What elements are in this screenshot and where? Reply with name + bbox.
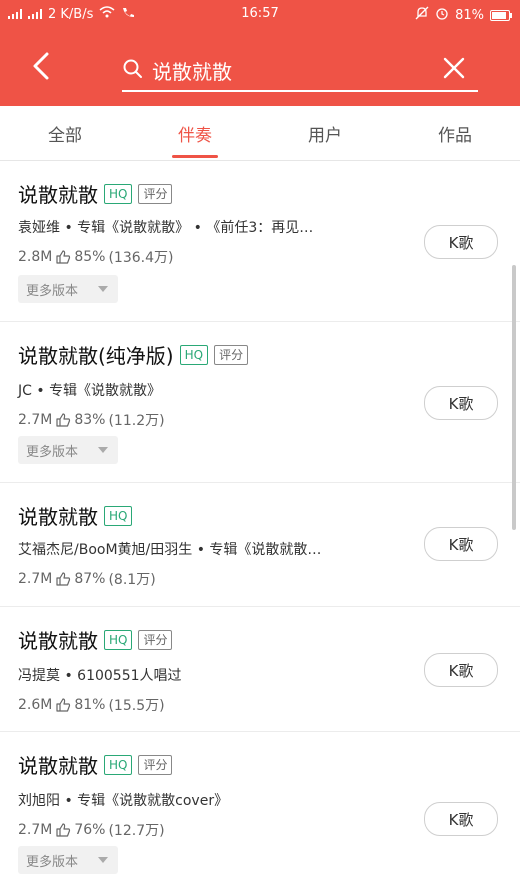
rating-count: (12.7万)	[108, 823, 165, 839]
score-badge: 评分	[138, 754, 173, 775]
title-row: 说散就散(纯净版) HQ 评分	[18, 340, 249, 369]
tab-bar: 全部 伴奏 用户 作品	[0, 106, 520, 161]
k-song-button[interactable]: K歌	[424, 802, 498, 836]
k-song-button[interactable]: K歌	[424, 386, 498, 420]
list-item[interactable]: 说散就散 HQ 评分 刘旭阳 • 专辑《说散就散cover》 2.7M 76% …	[0, 732, 520, 892]
thumbs-up-icon	[56, 698, 71, 712]
song-title: 说散就散	[18, 183, 98, 207]
k-song-button[interactable]: K歌	[424, 527, 498, 561]
song-stats: 2.7M 76% (12.7万)	[18, 820, 165, 840]
file-size: 2.7M	[18, 412, 53, 428]
more-versions-label: 更多版本	[26, 444, 79, 460]
list-item[interactable]: 说散就散 HQ 评分 冯提莫 • 6100551人唱过 2.6M 81% (15…	[0, 607, 520, 732]
k-song-button[interactable]: K歌	[424, 225, 498, 259]
file-size: 2.8M	[18, 249, 53, 265]
k-song-button[interactable]: K歌	[424, 653, 498, 687]
rating: 83%	[74, 412, 106, 428]
file-size: 2.7M	[18, 822, 53, 838]
song-stats: 2.8M 85% (136.4万)	[18, 247, 173, 267]
song-meta: JC • 专辑《说散就散》	[18, 383, 162, 399]
tab-all[interactable]: 全部	[0, 106, 130, 160]
scrollbar[interactable]	[512, 265, 516, 530]
title-row: 说散就散 HQ	[18, 501, 133, 530]
alarm-icon	[435, 6, 449, 24]
rating-count: (15.5万)	[108, 698, 165, 714]
rating-count: (8.1万)	[108, 572, 156, 588]
hq-badge: HQ	[179, 344, 209, 365]
more-versions-label: 更多版本	[26, 283, 79, 299]
song-title: 说散就散(纯净版)	[18, 344, 174, 368]
search-bar	[122, 52, 478, 92]
hq-badge: HQ	[104, 754, 133, 775]
title-row: 说散就散 HQ 评分	[18, 750, 173, 779]
list-item[interactable]: 说散就散 HQ 评分 袁娅维 • 专辑《说散就散》 • 《前任3：再见… 2.8…	[0, 161, 520, 322]
status-right: 81%	[415, 6, 512, 24]
caret-down-icon	[98, 447, 108, 453]
tab-accompaniment[interactable]: 伴奏	[130, 106, 260, 160]
thumbs-up-icon	[56, 572, 71, 586]
song-stats: 2.7M 83% (11.2万)	[18, 410, 165, 430]
hq-badge: HQ	[104, 629, 133, 650]
file-size: 2.7M	[18, 571, 53, 587]
results-list: 说散就散 HQ 评分 袁娅维 • 专辑《说散就散》 • 《前任3：再见… 2.8…	[0, 161, 520, 892]
rating: 81%	[74, 697, 106, 713]
file-size: 2.6M	[18, 697, 53, 713]
tab-users[interactable]: 用户	[260, 106, 390, 160]
song-meta: 艾福杰尼/BooM黄旭/田羽生 • 专辑《说散就散…	[18, 542, 322, 558]
song-meta: 冯提莫 • 6100551人唱过	[18, 668, 182, 684]
search-input[interactable]	[150, 52, 444, 88]
rating: 76%	[74, 822, 106, 838]
tab-works[interactable]: 作品	[390, 106, 520, 160]
title-row: 说散就散 HQ 评分	[18, 625, 173, 654]
rating-count: (11.2万)	[108, 413, 165, 429]
score-badge: 评分	[214, 344, 249, 365]
search-header	[0, 28, 520, 106]
list-item[interactable]: 说散就散(纯净版) HQ 评分 JC • 专辑《说散就散》 2.7M 83% (…	[0, 322, 520, 483]
song-stats: 2.6M 81% (15.5万)	[18, 695, 165, 715]
status-bar: 2 K/B/s 16:57 81%	[0, 0, 520, 28]
thumbs-up-icon	[56, 250, 71, 264]
score-badge: 评分	[138, 183, 173, 204]
close-icon[interactable]	[442, 56, 466, 80]
caret-down-icon	[98, 286, 108, 292]
song-meta: 刘旭阳 • 专辑《说散就散cover》	[18, 793, 229, 809]
thumbs-up-icon	[56, 413, 71, 427]
song-stats: 2.7M 87% (8.1万)	[18, 569, 156, 589]
search-icon	[123, 59, 142, 78]
song-meta: 袁娅维 • 专辑《说散就散》 • 《前任3：再见…	[18, 220, 314, 236]
thumbs-up-icon	[56, 823, 71, 837]
song-title: 说散就散	[18, 505, 98, 529]
more-versions-label: 更多版本	[26, 854, 79, 870]
hq-badge: HQ	[104, 183, 133, 204]
battery-level: 81%	[455, 7, 484, 23]
song-title: 说散就散	[18, 629, 98, 653]
caret-down-icon	[98, 857, 108, 863]
back-button[interactable]	[26, 48, 56, 84]
score-badge: 评分	[138, 629, 173, 650]
mute-bell-icon	[415, 6, 429, 24]
rating-count: (136.4万)	[108, 250, 174, 266]
more-versions-button[interactable]: 更多版本	[18, 275, 118, 303]
rating: 85%	[74, 249, 106, 265]
list-item[interactable]: 说散就散 HQ 艾福杰尼/BooM黄旭/田羽生 • 专辑《说散就散… 2.7M …	[0, 483, 520, 607]
chevron-left-icon	[33, 52, 49, 80]
battery-icon	[490, 9, 512, 21]
more-versions-button[interactable]: 更多版本	[18, 436, 118, 464]
hq-badge: HQ	[104, 505, 133, 526]
song-title: 说散就散	[18, 754, 98, 778]
title-row: 说散就散 HQ 评分	[18, 179, 173, 208]
more-versions-button[interactable]: 更多版本	[18, 846, 118, 874]
rating: 87%	[74, 571, 106, 587]
